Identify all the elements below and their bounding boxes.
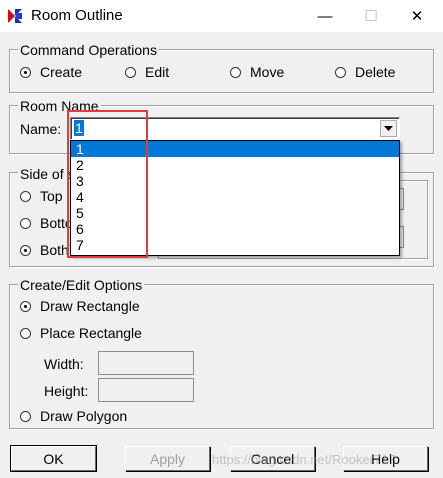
- width-label: Width:: [44, 356, 84, 372]
- radio-draw-polygon-label: Draw Polygon: [40, 408, 128, 424]
- radio-both-label: Both: [40, 242, 69, 258]
- radio-create-indicator[interactable]: [20, 66, 31, 78]
- ok-button[interactable]: OK: [10, 445, 97, 472]
- radio-top-indicator[interactable]: [20, 190, 31, 202]
- radio-edit-label: Edit: [145, 64, 170, 80]
- name-label: Name:: [20, 121, 62, 137]
- combobox-dropdown-button[interactable]: [380, 120, 397, 137]
- dropdown-option-5[interactable]: 5: [71, 205, 399, 221]
- radio-draw-polygon[interactable]: Draw Polygon: [20, 408, 127, 424]
- radio-move[interactable]: Move: [230, 64, 284, 80]
- window-title: Room Outline: [31, 7, 123, 24]
- radio-create[interactable]: Create: [20, 64, 82, 80]
- radio-delete-indicator[interactable]: [335, 66, 346, 78]
- height-label: Height:: [44, 383, 89, 399]
- minimize-icon: —: [317, 7, 333, 25]
- radio-bottom-indicator[interactable]: [20, 217, 31, 229]
- watermark-text: https://blog.csdn.net/Rooker717: [212, 452, 396, 467]
- apply-button[interactable]: Apply: [125, 446, 210, 471]
- maximize-icon: ☐: [364, 8, 378, 25]
- dropdown-option-6[interactable]: 6: [71, 221, 399, 237]
- radio-edit[interactable]: Edit: [125, 64, 169, 80]
- create-edit-options-legend: Create/Edit Options: [18, 277, 145, 293]
- radio-draw-rectangle-label: Draw Rectangle: [40, 298, 140, 314]
- radio-draw-rectangle[interactable]: Draw Rectangle: [20, 298, 140, 314]
- name-combobox-value: 1: [74, 120, 84, 136]
- radio-draw-polygon-indicator[interactable]: [20, 410, 31, 422]
- radio-both-indicator[interactable]: [20, 244, 31, 256]
- close-icon: ✕: [410, 8, 424, 25]
- dropdown-option-3[interactable]: 3: [71, 173, 399, 189]
- dropdown-option-4[interactable]: 4: [71, 189, 399, 205]
- radio-move-label: Move: [250, 64, 285, 80]
- dropdown-option-7[interactable]: 7: [71, 237, 399, 253]
- apply-button-label: Apply: [149, 450, 186, 467]
- height-input[interactable]: [98, 378, 194, 402]
- radio-both[interactable]: Both: [20, 242, 69, 258]
- ok-button-label: OK: [43, 450, 64, 467]
- close-button[interactable]: ✕: [394, 0, 440, 32]
- app-icon: [6, 7, 24, 25]
- room-name-legend: Room Name: [18, 98, 101, 114]
- chevron-down-icon: [384, 125, 393, 131]
- dropdown-option-2[interactable]: 2: [71, 157, 399, 173]
- minimize-button[interactable]: —: [302, 0, 348, 32]
- radio-draw-rectangle-indicator[interactable]: [20, 300, 31, 312]
- radio-place-rectangle-indicator[interactable]: [20, 327, 31, 339]
- radio-place-rectangle-label: Place Rectangle: [40, 325, 142, 341]
- radio-create-label: Create: [40, 64, 83, 80]
- radio-bottom-label: Botto: [40, 215, 73, 231]
- radio-place-rectangle[interactable]: Place Rectangle: [20, 325, 142, 341]
- width-input[interactable]: [98, 351, 194, 375]
- side-of-legend: Side of s: [18, 166, 77, 182]
- radio-delete[interactable]: Delete: [335, 64, 395, 80]
- radio-top-label: Top: [40, 188, 63, 204]
- command-operations-legend: Command Operations: [18, 42, 159, 58]
- radio-top[interactable]: Top: [20, 188, 63, 204]
- radio-bottom[interactable]: Botto: [20, 215, 73, 231]
- name-combobox[interactable]: 1: [70, 117, 400, 140]
- radio-move-indicator[interactable]: [230, 66, 241, 78]
- dropdown-option-1[interactable]: 1: [71, 141, 399, 157]
- radio-edit-indicator[interactable]: [125, 66, 136, 78]
- name-dropdown-list[interactable]: 1 2 3 4 5 6 7: [70, 140, 400, 256]
- radio-delete-label: Delete: [355, 64, 396, 80]
- maximize-button[interactable]: ☐: [348, 0, 394, 32]
